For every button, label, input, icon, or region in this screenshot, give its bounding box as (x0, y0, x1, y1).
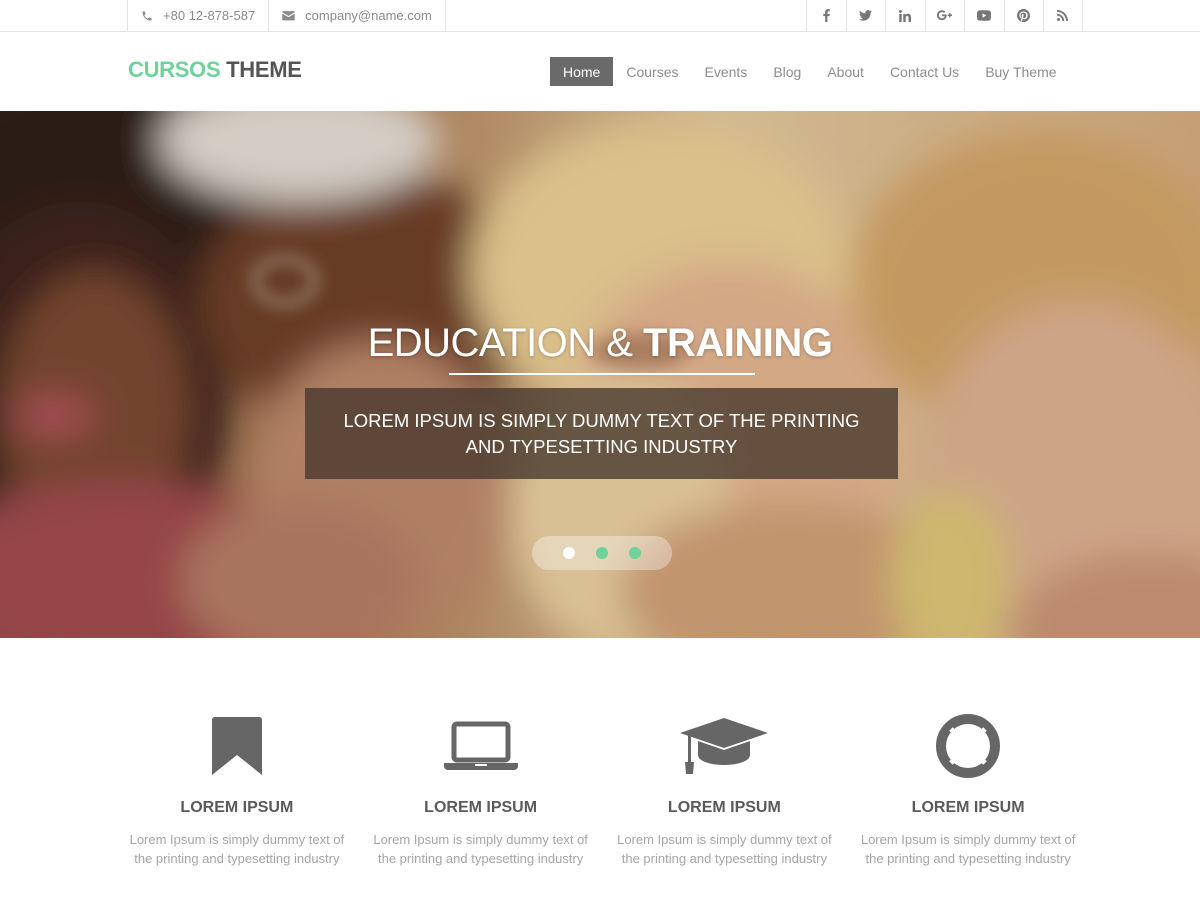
phone-contact[interactable]: +80 12-878-587 (127, 0, 268, 31)
nav-contact-us[interactable]: Contact Us (877, 57, 972, 86)
feature-item: LOREM IPSUM Lorem Ipsum is simply dummy … (846, 638, 1090, 900)
hero-caption: LOREM IPSUM IS SIMPLY DUMMY TEXT OF THE … (305, 388, 898, 479)
contact-info: +80 12-878-587 company@name.com (127, 0, 446, 31)
graduation-cap-icon (680, 718, 769, 774)
slider-dot-1[interactable] (563, 547, 575, 559)
logo-main-text: THEME (226, 57, 302, 82)
nav-buy-theme[interactable]: Buy Theme (972, 57, 1069, 86)
phone-number: +80 12-878-587 (163, 8, 256, 23)
slider-dot-2[interactable] (596, 547, 608, 559)
envelope-icon (282, 11, 295, 21)
email-address: company@name.com (305, 8, 432, 23)
facebook-link[interactable] (806, 0, 846, 31)
feature-item: LOREM IPSUM Lorem Ipsum is simply dummy … (359, 638, 603, 900)
youtube-link[interactable] (964, 0, 1004, 31)
nav-blog[interactable]: Blog (760, 57, 814, 86)
hero-slider: EDUCATION & TRAINING LOREM IPSUM IS SIMP… (0, 111, 1200, 638)
hero-title: EDUCATION & TRAINING (0, 321, 1200, 366)
feature-item: LOREM IPSUM Lorem Ipsum is simply dummy … (603, 638, 847, 900)
main-nav: Home Courses Events Blog About Contact U… (550, 57, 1070, 86)
nav-events[interactable]: Events (692, 57, 761, 86)
youtube-icon (977, 10, 992, 21)
google-plus-link[interactable] (924, 0, 965, 31)
google-plus-icon (937, 10, 953, 21)
site-header: CURSOS THEME Home Courses Events Blog Ab… (0, 32, 1200, 111)
feature-title: LOREM IPSUM (667, 799, 781, 816)
top-bar: +80 12-878-587 company@name.com (0, 0, 1200, 32)
pinterest-icon (1017, 9, 1031, 22)
hero-title-bold: TRAINING (643, 321, 833, 365)
nav-courses[interactable]: Courses (613, 57, 691, 86)
bookmark-icon (211, 717, 262, 775)
hero-title-light: EDUCATION & (367, 321, 644, 365)
hero-divider (449, 373, 755, 375)
linkedin-icon (899, 9, 912, 22)
social-links (806, 0, 1083, 31)
slider-pagination (532, 536, 672, 570)
logo-accent-text: CURSOS (128, 57, 221, 82)
slider-dot-3[interactable] (629, 547, 641, 559)
feature-item: LOREM IPSUM Lorem Ipsum is simply dummy … (115, 638, 359, 900)
facebook-icon (823, 9, 830, 22)
feature-title: LOREM IPSUM (911, 799, 1025, 816)
feature-title: LOREM IPSUM (424, 799, 538, 816)
twitter-icon (859, 10, 873, 21)
linkedin-link[interactable] (885, 0, 925, 31)
email-contact[interactable]: company@name.com (268, 0, 446, 31)
phone-icon (142, 11, 152, 20)
feature-description: Lorem Ipsum is simply dummy text of the … (373, 832, 588, 866)
rss-link[interactable] (1043, 0, 1083, 31)
features-section: LOREM IPSUM Lorem Ipsum is simply dummy … (115, 638, 1090, 900)
nav-home[interactable]: Home (550, 57, 614, 86)
feature-description: Lorem Ipsum is simply dummy text of the … (617, 832, 832, 866)
twitter-link[interactable] (845, 0, 886, 31)
rss-icon (1057, 10, 1069, 21)
pinterest-link[interactable] (1003, 0, 1044, 31)
nav-about[interactable]: About (814, 57, 877, 86)
feature-description: Lorem Ipsum is simply dummy text of the … (860, 832, 1076, 866)
site-logo[interactable]: CURSOS THEME (128, 57, 302, 83)
feature-title: LOREM IPSUM (180, 799, 294, 816)
feature-description: Lorem Ipsum is simply dummy text of the … (129, 832, 345, 866)
laptop-icon (443, 721, 518, 770)
life-ring-icon (936, 714, 1001, 778)
